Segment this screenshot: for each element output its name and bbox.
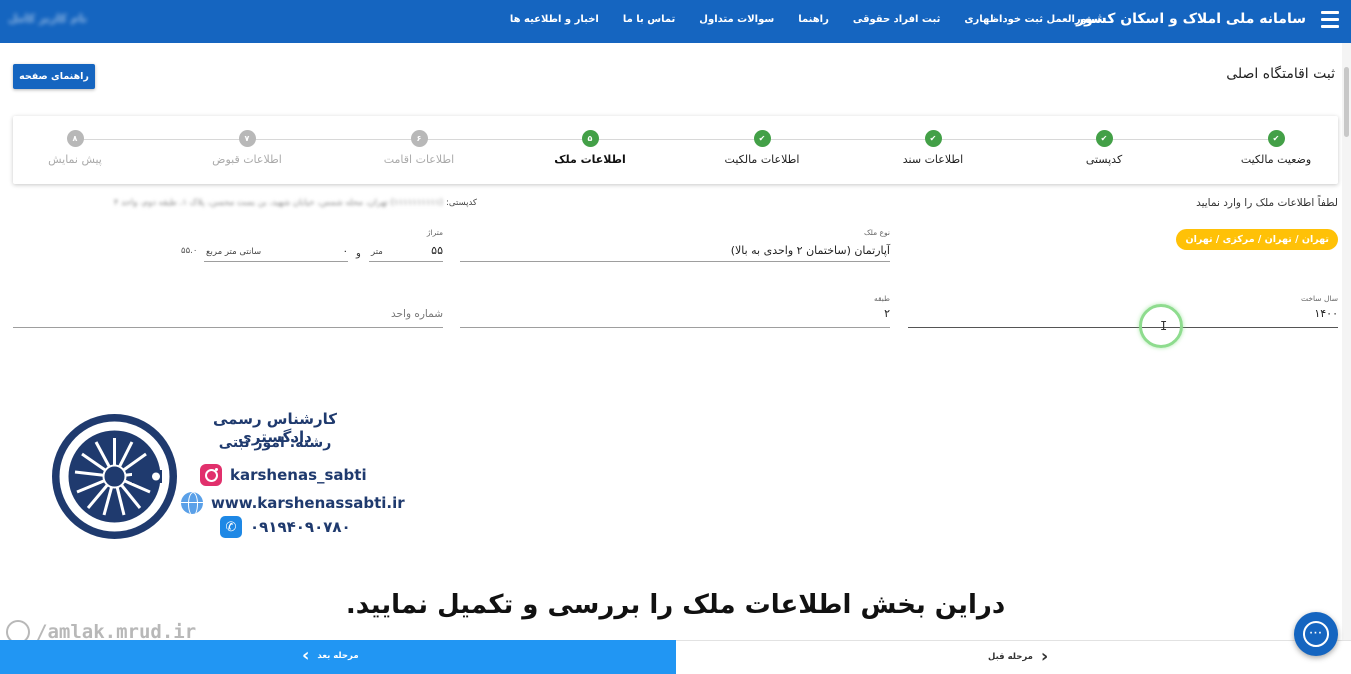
user-name[interactable]: نام کاربر کامل bbox=[8, 12, 87, 25]
check-icon: ✔ bbox=[753, 130, 771, 147]
area-meters-unit: متر bbox=[371, 247, 383, 257]
judiciary-seal-logo bbox=[52, 414, 177, 539]
support-chat-button[interactable]: ··· bbox=[1294, 612, 1338, 656]
text-cursor-icon: I bbox=[1160, 319, 1168, 333]
step-label: اطلاعات سند bbox=[902, 153, 964, 166]
page-title: ثبت اقامتگاه اصلی bbox=[1226, 66, 1335, 82]
chat-bubble-icon: ··· bbox=[1303, 621, 1329, 647]
check-icon: ✔ bbox=[1095, 130, 1113, 147]
form-prompt: لطفاً اطلاعات ملک را وارد نمایید bbox=[1196, 197, 1338, 209]
area-cm-unit: سانتی متر مربع bbox=[206, 247, 262, 257]
nav-link-faq[interactable]: سوالات متداول bbox=[699, 14, 774, 25]
floor-value: ۲ bbox=[884, 307, 890, 320]
postal-code-label: کدپستی: bbox=[446, 198, 477, 208]
step-preview[interactable]: ۸ پیش نمایش bbox=[0, 130, 155, 166]
page-help-button[interactable]: راهنمای صفحه bbox=[13, 64, 95, 89]
step-label: اطلاعات ملک bbox=[554, 153, 626, 166]
phone-number: ۰۹۱۹۴۰۹۰۷۸۰ bbox=[250, 518, 351, 536]
scrollbar-thumb[interactable] bbox=[1344, 67, 1349, 137]
step-bills-info[interactable]: ۷ اطلاعات قبوض bbox=[167, 130, 327, 166]
step-ownership-status[interactable]: ✔ وضعیت مالکیت bbox=[1196, 130, 1351, 166]
property-type-select[interactable]: نوع ملک آپارتمان (ساختمان ۲ واحدی به بال… bbox=[460, 228, 890, 262]
previous-step-button[interactable]: مرحله قبل › bbox=[676, 640, 1351, 674]
hamburger-menu-icon[interactable] bbox=[1321, 11, 1339, 29]
postal-address-value: (۱۱۱۱۱۱۱۱۱۱) تهران، محله شمس، خیابان شهی… bbox=[113, 198, 443, 208]
build-year-value: ۱۴۰۰ bbox=[1314, 307, 1338, 320]
area-meters-input[interactable]: متراژ ۵۵ متر bbox=[369, 228, 443, 262]
top-nav: اخبار و اطلاعیه ها تماس با ما سوالات متد… bbox=[510, 14, 1106, 25]
nav-link-contact[interactable]: تماس با ما bbox=[623, 14, 675, 25]
previous-step-label: مرحله قبل bbox=[988, 652, 1033, 662]
nav-link-guide[interactable]: راهنما bbox=[798, 14, 829, 25]
check-icon: ✔ bbox=[924, 130, 942, 147]
nav-link-legal-entities[interactable]: ثبت افراد حقوقی bbox=[853, 14, 940, 25]
unit-number-placeholder: شماره واحد bbox=[391, 308, 443, 320]
step-number-badge: ۶ bbox=[410, 130, 428, 147]
instagram-handle: karshenas_sabti bbox=[230, 466, 367, 484]
top-app-bar: سامانه ملی املاک و اسکان کشور اخبار و اط… bbox=[0, 0, 1351, 43]
step-postal-code[interactable]: ✔ کدپستی bbox=[1024, 130, 1184, 166]
video-caption: دراین بخش اطلاعات ملک را بررسی و تکمیل ن… bbox=[345, 590, 1006, 620]
phone-icon: ✆ bbox=[220, 516, 242, 538]
step-deed-info[interactable]: ✔ اطلاعات سند bbox=[853, 130, 1013, 166]
website-url: www.karshenassabti.ir bbox=[211, 494, 405, 512]
unit-number-input[interactable]: شماره واحد bbox=[13, 294, 443, 328]
area-meters-value: ۵۵ bbox=[431, 244, 443, 257]
step-ownership-info[interactable]: ✔ اطلاعات مالکیت bbox=[682, 130, 842, 166]
step-label: اطلاعات اقامت bbox=[383, 153, 455, 166]
step-number-badge: ۷ bbox=[238, 130, 256, 147]
phone-row: ✆ ۰۹۱۹۴۰۹۰۷۸۰ bbox=[220, 516, 351, 538]
next-step-button[interactable]: ‹ مرحله بعد bbox=[0, 640, 676, 674]
step-number-badge: ۵ bbox=[581, 130, 599, 147]
progress-stepper: ✔ وضعیت مالکیت ✔ کدپستی ✔ اطلاعات سند ✔ … bbox=[13, 116, 1338, 184]
floor-label: طبقه bbox=[873, 294, 890, 303]
step-number-badge: ۸ bbox=[66, 130, 84, 147]
location-chip[interactable]: تهران / تهران / مرکزی / تهران bbox=[1176, 229, 1338, 250]
step-label: وضعیت مالکیت bbox=[1240, 153, 1312, 166]
step-label: اطلاعات مالکیت bbox=[724, 153, 800, 166]
next-step-label: مرحله بعد bbox=[317, 651, 359, 661]
build-year-input[interactable]: سال ساخت ۱۴۰۰ bbox=[908, 294, 1338, 328]
area-meters-label: متراژ bbox=[426, 228, 443, 237]
build-year-label: سال ساخت bbox=[1301, 294, 1338, 303]
expert-field: رشته: امور ثبتی bbox=[218, 435, 332, 451]
nav-link-self-declaration-rules[interactable]: دستورالعمل ثبت خوداظهاری bbox=[964, 14, 1106, 25]
globe-icon bbox=[181, 492, 203, 514]
property-type-value: آپارتمان (ساختمان ۲ واحدی به بالا) bbox=[730, 244, 890, 257]
chevron-right-icon: › bbox=[1040, 646, 1049, 667]
website-row: www.karshenassabti.ir bbox=[181, 492, 405, 514]
instagram-icon bbox=[200, 464, 222, 486]
step-label: اطلاعات قبوض bbox=[212, 153, 282, 166]
area-cm-value: ۰ bbox=[342, 246, 348, 257]
instagram-row: karshenas_sabti bbox=[200, 464, 367, 486]
check-icon: ✔ bbox=[1267, 130, 1285, 147]
property-type-label: نوع ملک bbox=[863, 228, 890, 237]
step-label: کدپستی bbox=[1085, 153, 1123, 166]
step-label: پیش نمایش bbox=[48, 153, 102, 166]
chevron-left-icon: ‹ bbox=[302, 645, 310, 666]
area-cm-input[interactable]: ۰ سانتی متر مربع bbox=[204, 228, 348, 262]
area-and-label: و bbox=[356, 248, 361, 259]
step-residence-info[interactable]: ۶ اطلاعات اقامت bbox=[339, 130, 499, 166]
brand-title[interactable]: سامانه ملی املاک و اسکان کشور bbox=[1076, 11, 1306, 27]
area-total-value: ۵۵.۰ bbox=[181, 246, 198, 256]
floor-input[interactable]: طبقه ۲ bbox=[460, 294, 890, 328]
nav-link-news[interactable]: اخبار و اطلاعیه ها bbox=[510, 14, 599, 25]
step-property-info[interactable]: ۵ اطلاعات ملک bbox=[510, 130, 670, 166]
